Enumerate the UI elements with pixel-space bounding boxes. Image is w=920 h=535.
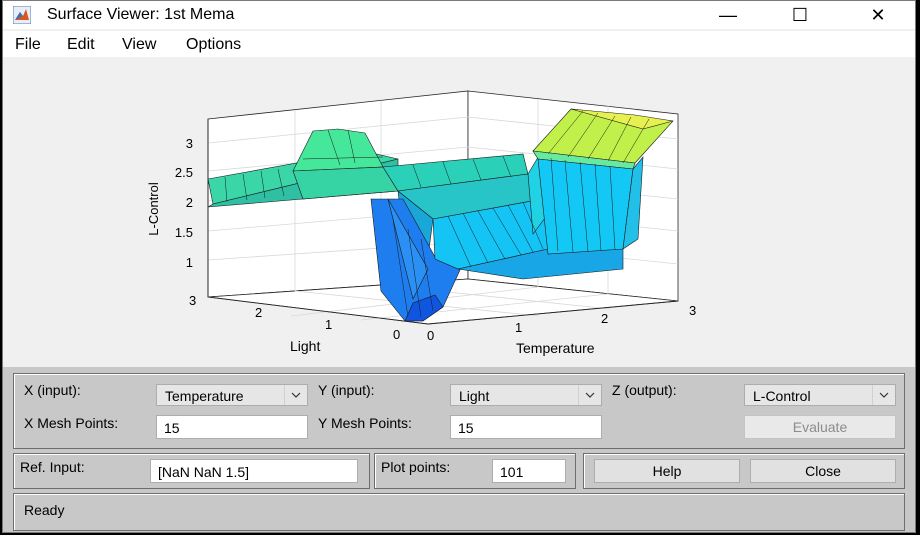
surface-plot[interactable]: 3 2.5 2 1.5 1 L-Control 3 2 1 0 Light 0 … [3,59,916,367]
x-axis-label: Temperature [516,340,595,356]
ref-input-field[interactable]: [NaN NaN 1.5] [150,459,358,483]
y-input-label: Y (input): [318,382,375,398]
z-output-select[interactable]: L-Control [744,384,896,406]
z-tick-label: 1.5 [175,225,193,240]
maximize-button[interactable]: ☐ [777,1,823,29]
menu-bar: File Edit View Options [3,31,915,57]
close-window-button[interactable]: ✕ [855,1,901,29]
x-input-value: Temperature [165,388,244,404]
x-tick-label: 2 [601,311,608,326]
plot-points-input[interactable]: 101 [492,459,566,483]
z-tick-label: 3 [186,136,193,151]
status-text: Ready [24,502,65,518]
buttons-group: Help Close [583,453,905,489]
x-tick-label: 0 [427,328,434,343]
x-mesh-input[interactable]: 15 [156,415,308,439]
ref-input-label: Ref. Input: [20,459,85,475]
z-output-value: L-Control [753,388,811,404]
z-tick-label: 2 [186,195,193,210]
title-bar: Surface Viewer: 1st Mema — ☐ ✕ [3,1,915,29]
close-button[interactable]: Close [750,459,896,483]
menu-view[interactable]: View [122,36,156,54]
plot-points-label: Plot points: [381,459,451,475]
ref-input-group: Ref. Input: [NaN NaN 1.5] [13,453,370,489]
menu-options[interactable]: Options [186,36,241,54]
surface-viewer-window: Surface Viewer: 1st Mema — ☐ ✕ File Edit… [2,0,916,533]
window-title: Surface Viewer: 1st Mema [47,6,235,23]
y-axis-label: Light [290,338,320,354]
chevron-down-icon [872,385,895,405]
y-tick-label: 3 [189,293,196,308]
x-mesh-label: X Mesh Points: [24,415,119,431]
status-bar: Ready [13,493,905,531]
y-tick-label: 0 [393,327,400,342]
chevron-down-icon [284,385,307,405]
z-tick-label: 2.5 [175,165,193,180]
plot-area: 3 2.5 2 1.5 1 L-Control 3 2 1 0 Light 0 … [3,59,915,367]
x-input-select[interactable]: Temperature [156,384,308,406]
y-input-select[interactable]: Light [450,384,602,406]
y-tick-label: 1 [325,317,332,332]
plot-points-group: Plot points: 101 [374,453,576,489]
matlab-logo-icon [13,6,31,24]
y-mesh-label: Y Mesh Points: [318,415,412,431]
z-axis-label: L-Control [146,182,161,236]
help-button[interactable]: Help [594,459,740,483]
x-tick-label: 1 [515,320,522,335]
evaluate-button[interactable]: Evaluate [744,415,896,439]
y-tick-label: 2 [255,305,262,320]
x-tick-label: 3 [689,303,696,318]
y-mesh-input[interactable]: 15 [450,415,602,439]
z-output-label: Z (output): [612,382,677,398]
chevron-down-icon [578,385,601,405]
z-tick-label: 1 [186,255,193,270]
y-input-value: Light [459,388,490,404]
input-output-group: X (input): Temperature Y (input): Light … [13,373,905,449]
menu-edit[interactable]: Edit [67,36,95,54]
menu-file[interactable]: File [15,36,41,54]
control-panel: X (input): Temperature Y (input): Light … [3,367,915,532]
x-input-label: X (input): [24,382,81,398]
minimize-button[interactable]: — [705,1,751,29]
